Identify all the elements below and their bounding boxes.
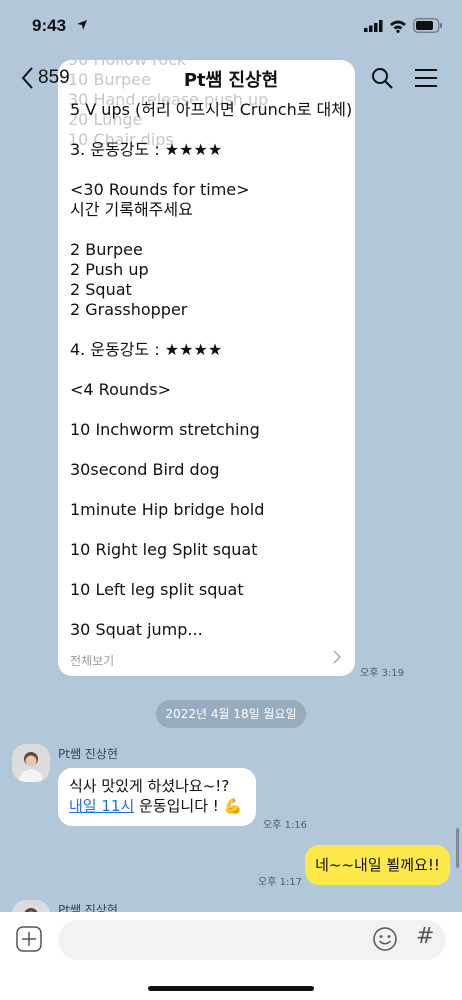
avatar[interactable] xyxy=(12,744,50,782)
message-line: 3. 운동강도 : ★★★★ xyxy=(70,140,223,159)
incoming-message-bubble[interactable]: 식사 맛있게 하셨나요~!? 내일 11시 운동입니다 ! 💪 xyxy=(58,768,256,826)
see-all-link[interactable]: 전체보기 xyxy=(70,652,114,669)
message-line xyxy=(70,160,345,180)
message-line xyxy=(70,120,345,140)
outgoing-message-bubble[interactable]: 네~~내일 뵐께요!! xyxy=(305,845,450,885)
message-line: 시간 기록해주세요 xyxy=(70,200,193,219)
menu-icon[interactable] xyxy=(414,67,438,89)
message-time: 오후 1:16 xyxy=(263,820,308,831)
message-line: 10 Inchworm stretching xyxy=(70,420,260,439)
location-arrow-icon xyxy=(77,20,87,30)
message-line: <30 Rounds for time> xyxy=(70,180,250,199)
message-line: 1minute Hip bridge hold xyxy=(70,500,265,519)
scrollbar[interactable] xyxy=(456,828,459,868)
status-time: 9:43 xyxy=(32,16,67,35)
message-line: 4. 운동강도 : ★★★★ xyxy=(70,340,223,359)
message-line: 30second Bird dog xyxy=(70,460,220,479)
wifi-icon xyxy=(390,20,406,33)
message-line: 2 Squat xyxy=(70,280,132,299)
hash-button[interactable]: # xyxy=(416,924,434,949)
message-line: 10 Left leg split squat xyxy=(70,580,244,599)
chevron-right-icon[interactable] xyxy=(331,649,343,665)
message-body: 5 V ups (허리 아프시면 Crunch로 대체) 3. 운동강도 : ★★… xyxy=(70,100,353,640)
plus-icon[interactable] xyxy=(16,926,42,952)
message-line xyxy=(70,520,345,540)
chat-header: 859 Pt쌤 진상현 xyxy=(0,54,462,102)
message-line: 5 V ups (허리 아프시면 Crunch로 대체) xyxy=(70,100,353,119)
message-line: 2 Grasshopper xyxy=(70,300,188,319)
message-time: 오후 3:19 xyxy=(360,668,405,679)
message-line: 2 Push up xyxy=(70,260,149,279)
message-line xyxy=(70,440,345,460)
message-line xyxy=(70,600,345,620)
message-line xyxy=(70,320,345,340)
message-line: 30 Squat jump... xyxy=(70,620,203,639)
message-text: 운동입니다 ! 💪 xyxy=(134,797,243,815)
message-line: 10 Right leg Split squat xyxy=(70,540,258,559)
time-link[interactable]: 내일 11시 xyxy=(69,797,134,815)
message-line xyxy=(70,360,345,380)
emoji-icon[interactable] xyxy=(372,926,398,952)
home-indicator[interactable] xyxy=(148,986,314,991)
person-icon xyxy=(12,744,50,782)
message-line xyxy=(70,400,345,420)
status-bar: 9:43 xyxy=(0,0,462,54)
message-line xyxy=(70,220,345,240)
search-icon[interactable] xyxy=(370,66,394,90)
person-icon xyxy=(12,900,50,912)
signal-icon xyxy=(364,20,383,32)
message-line: 2 Burpee xyxy=(70,240,143,259)
sender-name: Pt쌤 진상현 xyxy=(58,747,118,761)
message-line: 내일 11시 운동입니다 ! 💪 xyxy=(69,796,245,816)
long-message-bubble[interactable]: 50 Hollow rock 10 Burpee 30 Hand release… xyxy=(58,60,355,676)
battery-icon xyxy=(413,18,442,33)
message-line: 식사 맛있게 하셨나요~!? xyxy=(69,777,230,795)
sender-name: Pt쌤 진상현 xyxy=(58,903,118,912)
message-line xyxy=(70,560,345,580)
chat-area[interactable]: 50 Hollow rock 10 Burpee 30 Hand release… xyxy=(0,0,462,912)
message-line xyxy=(70,480,345,500)
message-line: <4 Rounds> xyxy=(70,380,172,399)
date-divider: 2022년 4월 18일 월요일 xyxy=(156,700,306,728)
message-time: 오후 1:17 xyxy=(258,877,303,888)
avatar[interactable] xyxy=(12,900,50,912)
